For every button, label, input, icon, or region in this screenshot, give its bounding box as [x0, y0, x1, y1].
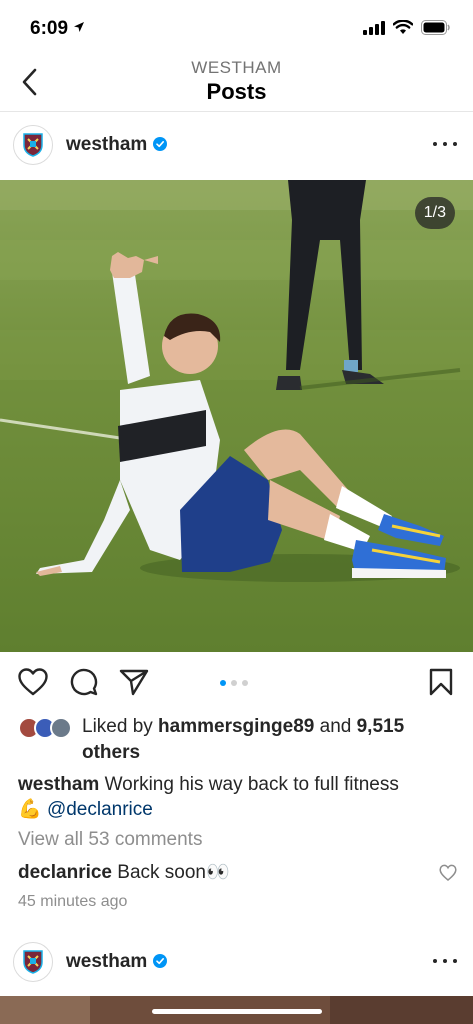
next-post-header: westham — [0, 935, 473, 991]
nav-subtitle: WESTHAM — [191, 58, 282, 77]
liker-username[interactable]: hammersginge89 — [158, 716, 314, 737]
more-options-button[interactable] — [433, 951, 457, 971]
comment-button[interactable] — [68, 666, 100, 698]
paper-plane-icon — [119, 669, 149, 696]
share-button[interactable] — [118, 666, 150, 698]
caption-text: Working his way back to full fitness — [99, 774, 399, 795]
ellipsis-icon-dot — [433, 959, 437, 963]
comment-item: declanrice Back soon👀 — [18, 860, 230, 884]
status-icons — [363, 20, 451, 35]
nav-titles: WESTHAM Posts — [0, 58, 473, 105]
page-title: Posts — [206, 79, 267, 104]
like-button[interactable] — [17, 666, 49, 698]
ellipsis-icon-dot — [443, 959, 447, 963]
ellipsis-icon-dot — [453, 142, 457, 146]
comment-text: Back soon👀 — [112, 862, 230, 883]
caption-emoji: 💪 — [18, 799, 42, 820]
avatar[interactable] — [13, 125, 53, 165]
post-timestamp: 45 minutes ago — [18, 893, 128, 910]
comment-username[interactable]: declanrice — [18, 862, 112, 883]
liker-avatar — [50, 717, 72, 739]
home-indicator[interactable] — [152, 1009, 322, 1014]
comment-like-button[interactable] — [439, 864, 457, 882]
nav-bar: WESTHAM Posts — [0, 56, 473, 112]
carousel-dot — [231, 680, 237, 686]
more-options-button[interactable] — [433, 134, 457, 154]
post-header: westham — [0, 118, 473, 174]
post-username[interactable]: westham — [66, 134, 147, 156]
avatar[interactable] — [13, 942, 53, 982]
heart-icon — [18, 668, 48, 696]
battery-icon — [421, 20, 450, 35]
status-bar: 6:09 — [0, 0, 473, 56]
carousel-dot — [242, 680, 248, 686]
club-crest-icon — [23, 133, 43, 157]
liker-avatars — [18, 717, 76, 741]
ellipsis-icon-dot — [453, 959, 457, 963]
training-photo — [0, 180, 473, 652]
caption-mention[interactable]: @declanrice — [47, 799, 153, 820]
heart-icon — [439, 864, 457, 881]
verified-badge-icon — [153, 137, 167, 151]
post-username[interactable]: westham — [66, 951, 147, 973]
signal-icon — [363, 20, 385, 35]
bookmark-icon — [429, 668, 453, 696]
wifi-icon — [393, 20, 413, 34]
view-comments-link[interactable]: View all 53 comments — [18, 829, 202, 851]
comment-bubble-icon — [70, 668, 98, 696]
caption-username[interactable]: westham — [18, 774, 99, 795]
carousel-dot — [220, 680, 226, 686]
carousel-counter: 1/3 — [414, 197, 455, 229]
likes-others[interactable]: others — [82, 742, 140, 763]
club-crest-icon — [23, 950, 43, 974]
verified-badge-icon — [153, 954, 167, 968]
carousel-dots — [220, 680, 248, 686]
post-photo[interactable]: 1/3 — [0, 180, 473, 652]
status-time: 6:09 — [30, 18, 85, 40]
save-button[interactable] — [425, 666, 457, 698]
likes-row[interactable]: Liked by hammersginge89 and 9,515 others — [18, 714, 458, 766]
ellipsis-icon-dot — [443, 142, 447, 146]
action-bar — [0, 662, 473, 704]
location-arrow-icon — [74, 22, 85, 32]
likes-text: Liked by hammersginge89 and 9,515 others — [82, 716, 405, 763]
post-caption: westham Working his way back to full fit… — [18, 772, 458, 822]
ellipsis-icon-dot — [433, 142, 437, 146]
likes-count[interactable]: 9,515 — [357, 716, 405, 737]
